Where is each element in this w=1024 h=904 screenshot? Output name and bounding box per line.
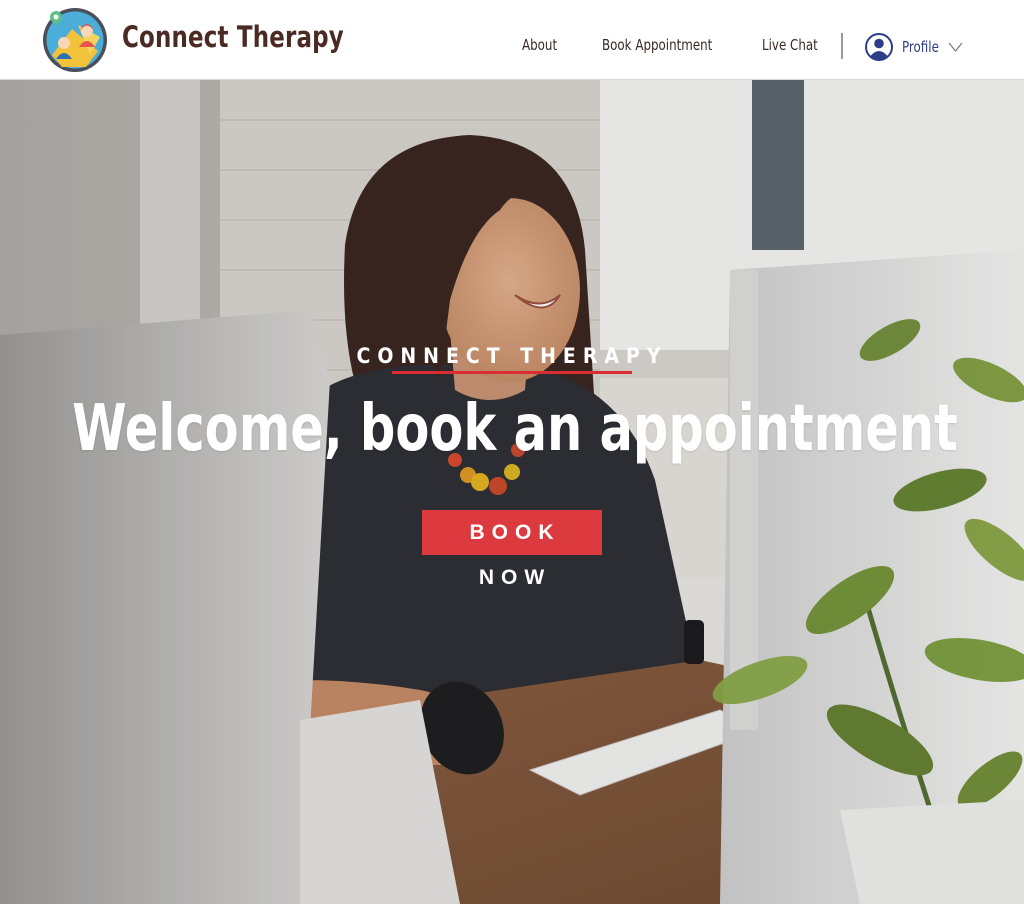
- hero-headline-text: Welcome, book an appointment: [72, 392, 958, 466]
- book-now-button[interactable]: BOOK NOW: [422, 510, 602, 589]
- profile-label: Profile: [902, 38, 939, 56]
- brand-name[interactable]: Connect Therapy: [122, 20, 344, 54]
- nav-live-chat[interactable]: Live Chat: [762, 36, 818, 54]
- profile-menu[interactable]: Profile: [864, 32, 968, 62]
- logo-icon[interactable]: [42, 7, 108, 73]
- nav-divider: [841, 33, 843, 59]
- nav-book-appointment[interactable]: Book Appointment: [602, 36, 712, 54]
- chevron-down-icon: [948, 42, 963, 52]
- hero-eyebrow: CONNECT THERAPY: [356, 344, 668, 368]
- nav-about[interactable]: About: [522, 36, 557, 54]
- hero-section: CONNECT THERAPY Welcome, book an appoint…: [0, 80, 1024, 904]
- profile-icon: [865, 33, 893, 61]
- hero-overlay: [0, 80, 1024, 904]
- hero-headline: Welcome, book an appointment: [0, 392, 1024, 466]
- site-header: Connect Therapy About Book Appointment L…: [0, 0, 1024, 80]
- eyebrow-underline: [392, 371, 632, 374]
